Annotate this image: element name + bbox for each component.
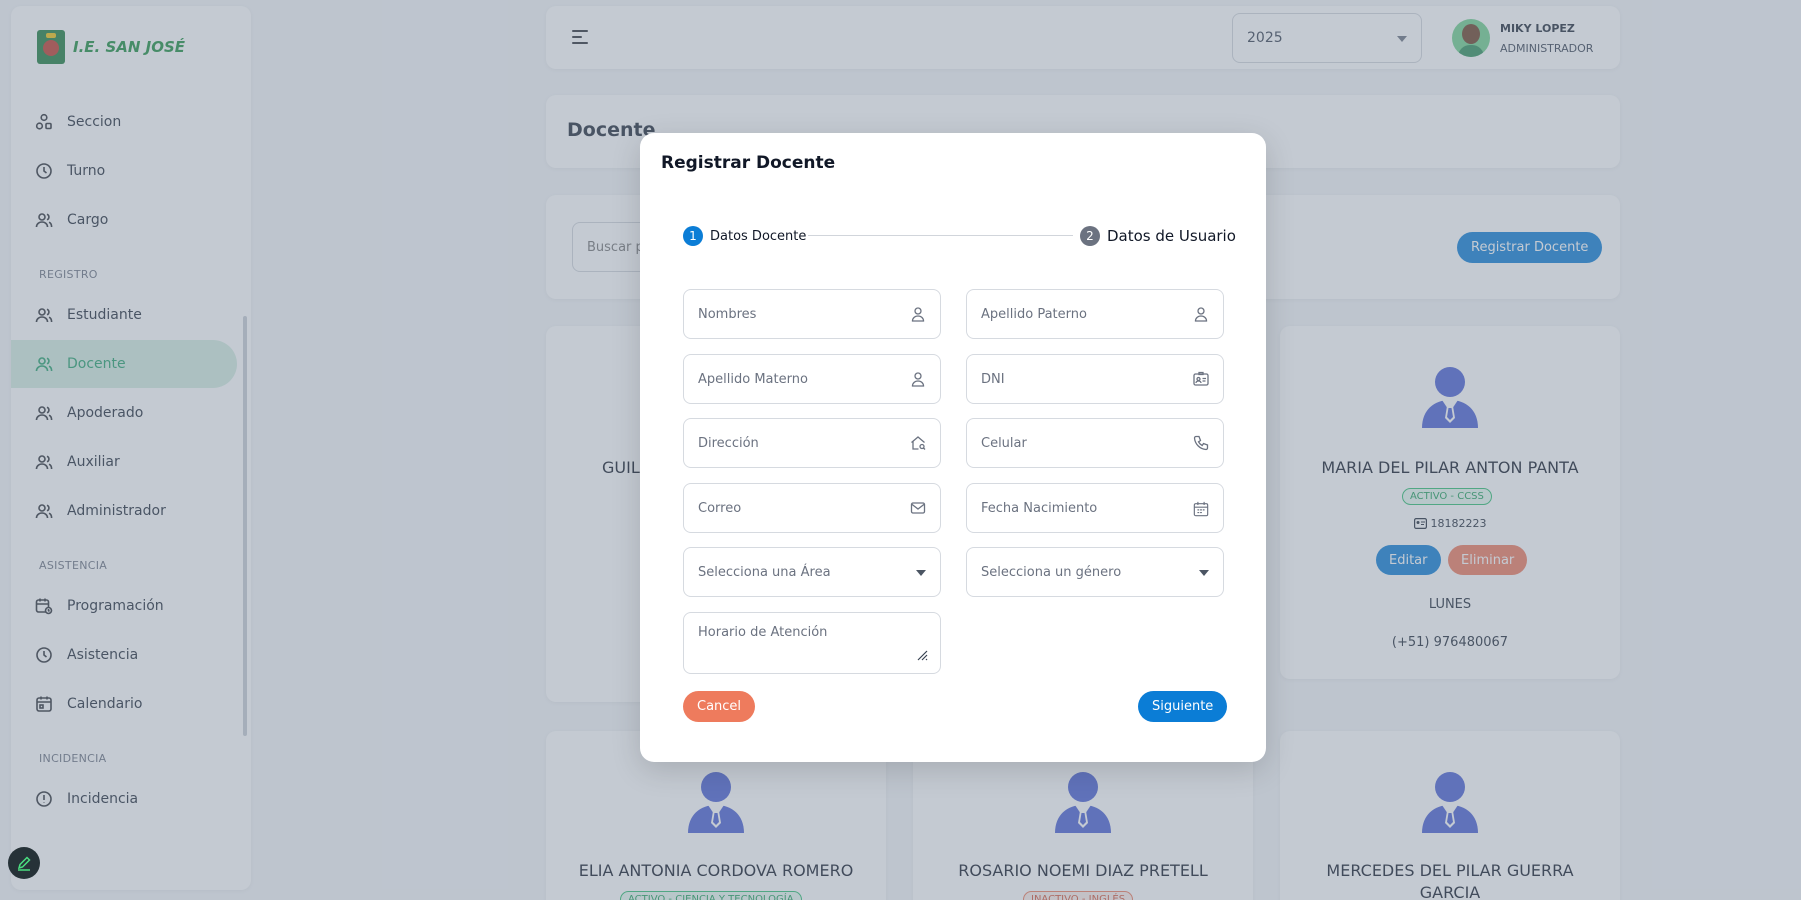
apellido-paterno-placeholder: Apellido Paterno	[981, 306, 1087, 322]
genero-select[interactable]: Selecciona un género	[966, 547, 1224, 597]
step-2[interactable]: 2 Datos de Usuario	[1080, 226, 1236, 246]
user-icon	[1193, 306, 1209, 322]
home-icon	[910, 435, 926, 451]
calendar-icon	[1193, 500, 1209, 517]
fecha-nacimiento-placeholder: Fecha Nacimiento	[981, 500, 1098, 516]
phone-icon	[1193, 435, 1209, 451]
direccion-field[interactable]: Dirección	[683, 418, 941, 468]
correo-field[interactable]: Correo	[683, 483, 941, 533]
apellido-materno-field[interactable]: Apellido Materno	[683, 354, 941, 404]
edit-fab-button[interactable]	[8, 847, 40, 879]
next-button[interactable]: Siguiente	[1138, 691, 1228, 722]
nombres-placeholder: Nombres	[698, 306, 757, 322]
horario-placeholder: Horario de Atención	[698, 625, 828, 640]
step-2-number: 2	[1080, 226, 1100, 246]
step-2-label: Datos de Usuario	[1107, 227, 1236, 245]
register-teacher-modal: Registrar Docente 1 Datos Docente 2 Dato…	[640, 133, 1266, 762]
apellido-materno-placeholder: Apellido Materno	[698, 371, 808, 387]
area-select-value: Selecciona una Área	[698, 564, 831, 580]
user-icon	[910, 371, 926, 387]
user-icon	[910, 306, 926, 322]
area-select[interactable]: Selecciona una Área	[683, 547, 941, 597]
apellido-paterno-field[interactable]: Apellido Paterno	[966, 289, 1224, 339]
celular-field[interactable]: Celular	[966, 418, 1224, 468]
resize-handle-icon[interactable]	[916, 649, 928, 661]
correo-placeholder: Correo	[698, 500, 742, 516]
pencil-icon	[17, 856, 31, 871]
id-card-icon	[1193, 371, 1209, 387]
genero-select-value: Selecciona un género	[981, 564, 1122, 580]
fecha-nacimiento-field[interactable]: Fecha Nacimiento	[966, 483, 1224, 533]
step-1[interactable]: 1 Datos Docente	[683, 226, 806, 246]
stepper-line	[808, 235, 1073, 236]
modal-title: Registrar Docente	[661, 153, 836, 173]
dni-placeholder: DNI	[981, 371, 1005, 387]
celular-placeholder: Celular	[981, 435, 1027, 451]
mail-icon	[910, 500, 926, 516]
step-1-label: Datos Docente	[710, 228, 807, 244]
chevron-down-icon	[916, 570, 926, 576]
dni-field[interactable]: DNI	[966, 354, 1224, 404]
chevron-down-icon	[1199, 570, 1209, 576]
horario-textarea[interactable]: Horario de Atención	[683, 612, 941, 674]
nombres-field[interactable]: Nombres	[683, 289, 941, 339]
step-1-number: 1	[683, 226, 703, 246]
cancel-button[interactable]: Cancel	[683, 691, 756, 722]
direccion-placeholder: Dirección	[698, 435, 759, 451]
